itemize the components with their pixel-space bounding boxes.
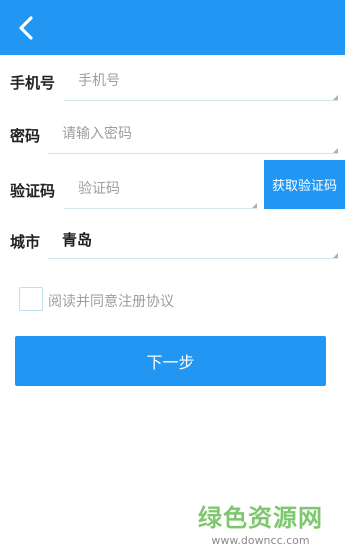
top-bar	[0, 0, 345, 55]
agreement-label[interactable]: 阅读并同意注册协议	[48, 291, 174, 311]
chevron-left-icon	[19, 16, 33, 40]
watermark-main-text: 绿色资源网	[198, 504, 323, 532]
phone-input[interactable]	[78, 68, 333, 94]
code-underline	[64, 208, 257, 209]
watermark-url: www.downcc.com	[211, 534, 310, 547]
code-label: 验证码	[10, 182, 56, 200]
password-label: 密码	[10, 127, 41, 145]
city-value[interactable]: 青岛	[62, 231, 332, 251]
password-corner	[333, 148, 338, 153]
password-input[interactable]	[62, 121, 332, 147]
next-step-button[interactable]: 下一步	[15, 336, 326, 386]
code-corner	[252, 203, 257, 208]
city-corner	[333, 253, 338, 258]
back-button[interactable]	[14, 14, 38, 42]
get-code-button[interactable]: 获取验证码	[264, 160, 345, 209]
city-label: 城市	[10, 233, 41, 251]
agreement-checkbox[interactable]	[19, 287, 43, 311]
phone-underline	[64, 100, 338, 101]
watermark-logo: 绿色资源网 www.downcc.com	[198, 498, 323, 547]
phone-corner	[333, 95, 338, 100]
code-input[interactable]	[78, 176, 253, 202]
phone-label: 手机号	[10, 74, 56, 92]
password-underline	[48, 153, 338, 154]
city-underline	[48, 258, 338, 259]
